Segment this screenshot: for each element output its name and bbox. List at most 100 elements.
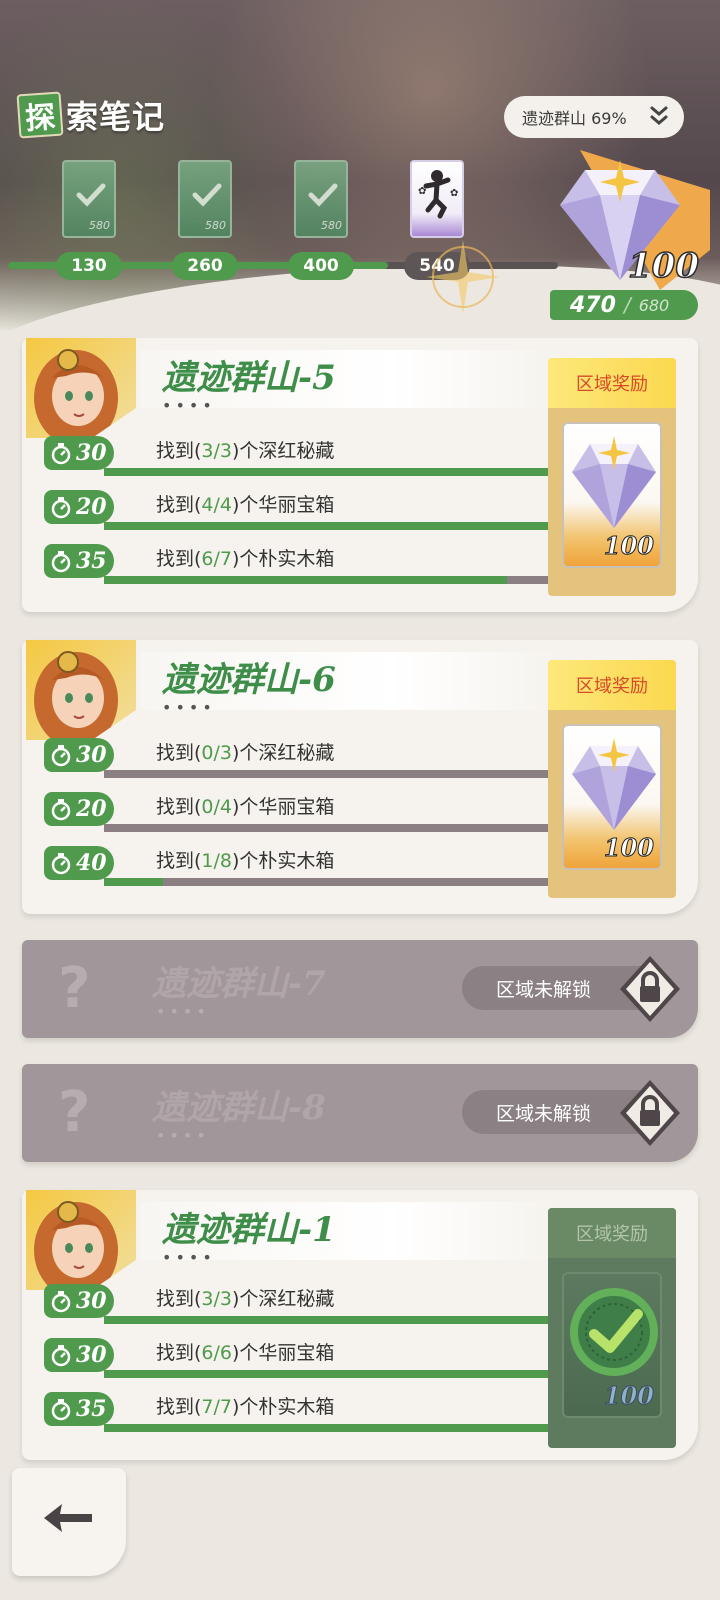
task-text-pre: 找到( [156,1396,202,1418]
task-progress-bar [104,1424,574,1432]
milestone-value-2: 260 [172,252,238,280]
svg-text:✿: ✿ [450,188,458,199]
task-progress: 6/6 [201,1342,232,1364]
locked-area-dots: •••• [156,1126,210,1145]
milestone-card-4[interactable]: ✿ ✿ [410,160,464,238]
milestone-card-3[interactable]: 580 [294,160,348,238]
stopwatch-icon [51,745,71,767]
task-text-post: )个朴实木箱 [232,850,335,872]
task-points: 40 [44,846,114,880]
girl-portrait-icon [34,349,118,438]
stopwatch-icon [51,799,71,821]
locked-area-name: 遗迹群山-7 [152,964,326,1004]
task-progress-fill [104,576,507,584]
area-reward-claimed[interactable]: 区域奖励 100 [548,1208,676,1448]
task-progress-fill [104,1370,574,1378]
task-progress-fill [104,522,574,530]
milestone-card-number: 580 [205,219,226,232]
task-points-value: 30 [76,1288,107,1314]
area-dots: •••• [162,1248,216,1267]
region-select-label: 遗迹群山 69% [522,109,627,128]
area-name: 遗迹群山-1 [162,1210,336,1250]
dance-emote-icon: ✿ ✿ [418,170,458,219]
task-progress: 1/8 [201,850,232,872]
region-select[interactable]: 遗迹群山 69% [504,96,684,138]
task-progress: 3/3 [201,440,232,462]
stopwatch-icon [51,551,71,573]
reward-card[interactable]: 100 [562,422,662,568]
compass-icon [426,240,500,314]
area-reward[interactable]: 区域奖励 100 [548,660,676,898]
reward-count: 100 [603,531,654,561]
reward-label: 区域奖励 [548,660,676,710]
task-row: 30 找到(6/6)个华丽宝箱 [44,1334,574,1378]
task-progress-fill [104,468,574,476]
stopwatch-icon [51,1291,71,1313]
task-points-value: 40 [76,850,107,876]
task-points-value: 20 [76,494,107,520]
task-points: 35 [44,1392,114,1426]
task-progress-bar [104,878,574,886]
task-text: 找到(7/7)个朴实木箱 [156,1392,334,1419]
locked-area-7[interactable]: ? 遗迹群山-7 •••• 区域未解锁 [22,940,698,1038]
task-text-pre: 找到( [156,440,202,462]
task-text-pre: 找到( [156,742,202,764]
avatar [26,640,136,740]
task-text: 找到(4/4)个华丽宝箱 [156,490,334,517]
reward-card: 100 [562,1272,662,1418]
area-reward[interactable]: 区域奖励 100 [548,358,676,596]
task-row: 30 找到(0/3)个深红秘藏 [44,734,574,778]
task-text: 找到(6/6)个华丽宝箱 [156,1338,334,1365]
task-text-post: )个深红秘藏 [232,440,335,462]
locked-area-8[interactable]: ? 遗迹群山-8 •••• 区域未解锁 [22,1064,698,1162]
task-points-value: 30 [76,1342,107,1368]
lock-icon [620,956,680,1022]
milestone-card-2[interactable]: 580 [178,160,232,238]
stopwatch-icon [51,853,71,875]
diamond-gem-icon [572,738,656,830]
task-progress: 4/4 [201,494,232,516]
stopwatch-icon [51,443,71,465]
task-text: 找到(3/3)个深红秘藏 [156,436,334,463]
task-points: 20 [44,490,114,524]
task-text-pre: 找到( [156,796,202,818]
area-name: 遗迹群山-6 [162,660,336,700]
header-banner: 探 索笔记 遗迹群山 69% 580 580 580 ✿ ✿ 130 260 4… [0,0,720,330]
task-text-pre: 找到( [156,1342,202,1364]
svg-text:✿: ✿ [418,186,426,197]
task-row: 30 找到(3/3)个深红秘藏 [44,1280,574,1324]
task-progress-fill [104,1424,574,1432]
area-card-5: 遗迹群山-5 •••• 30 找到(3/3)个深红秘藏 20 找到(4/4)个华… [22,338,698,612]
back-button[interactable] [12,1468,126,1576]
task-progress: 0/4 [201,796,232,818]
milestone-card-1[interactable]: 580 [62,160,116,238]
area-name: 遗迹群山-5 [162,358,336,398]
stopwatch-icon [51,1399,71,1421]
double-chevron-down-icon [650,106,668,125]
big-reward-count: 100 [627,245,699,287]
task-text-post: )个华丽宝箱 [232,494,335,516]
claimed-check-icon [570,1288,658,1376]
task-text-post: )个华丽宝箱 [232,796,335,818]
task-text-pre: 找到( [156,494,202,516]
area-card-6: 遗迹群山-6 •••• 30 找到(0/3)个深红秘藏 20 找到(0/4)个华… [22,640,698,914]
task-text: 找到(6/7)个朴实木箱 [156,544,334,571]
stopwatch-icon [51,1345,71,1367]
task-points: 35 [44,544,114,578]
girl-portrait-icon [34,1201,118,1290]
task-points: 20 [44,792,114,826]
task-text-post: )个朴实木箱 [232,548,335,570]
task-text: 找到(3/3)个深红秘藏 [156,1284,334,1311]
avatar [26,1190,136,1290]
task-row: 35 找到(7/7)个朴实木箱 [44,1388,574,1432]
check-icon [308,183,338,207]
girl-portrait-icon [34,651,118,740]
task-progress-bar [104,1370,574,1378]
question-mark-icon: ? [58,956,91,1021]
locked-area-dots: •••• [156,1002,210,1021]
reward-card[interactable]: 100 [562,724,662,870]
reward-count: 100 [603,833,654,863]
task-points: 30 [44,436,114,470]
check-icon [192,183,222,207]
task-progress: 0/3 [201,742,232,764]
